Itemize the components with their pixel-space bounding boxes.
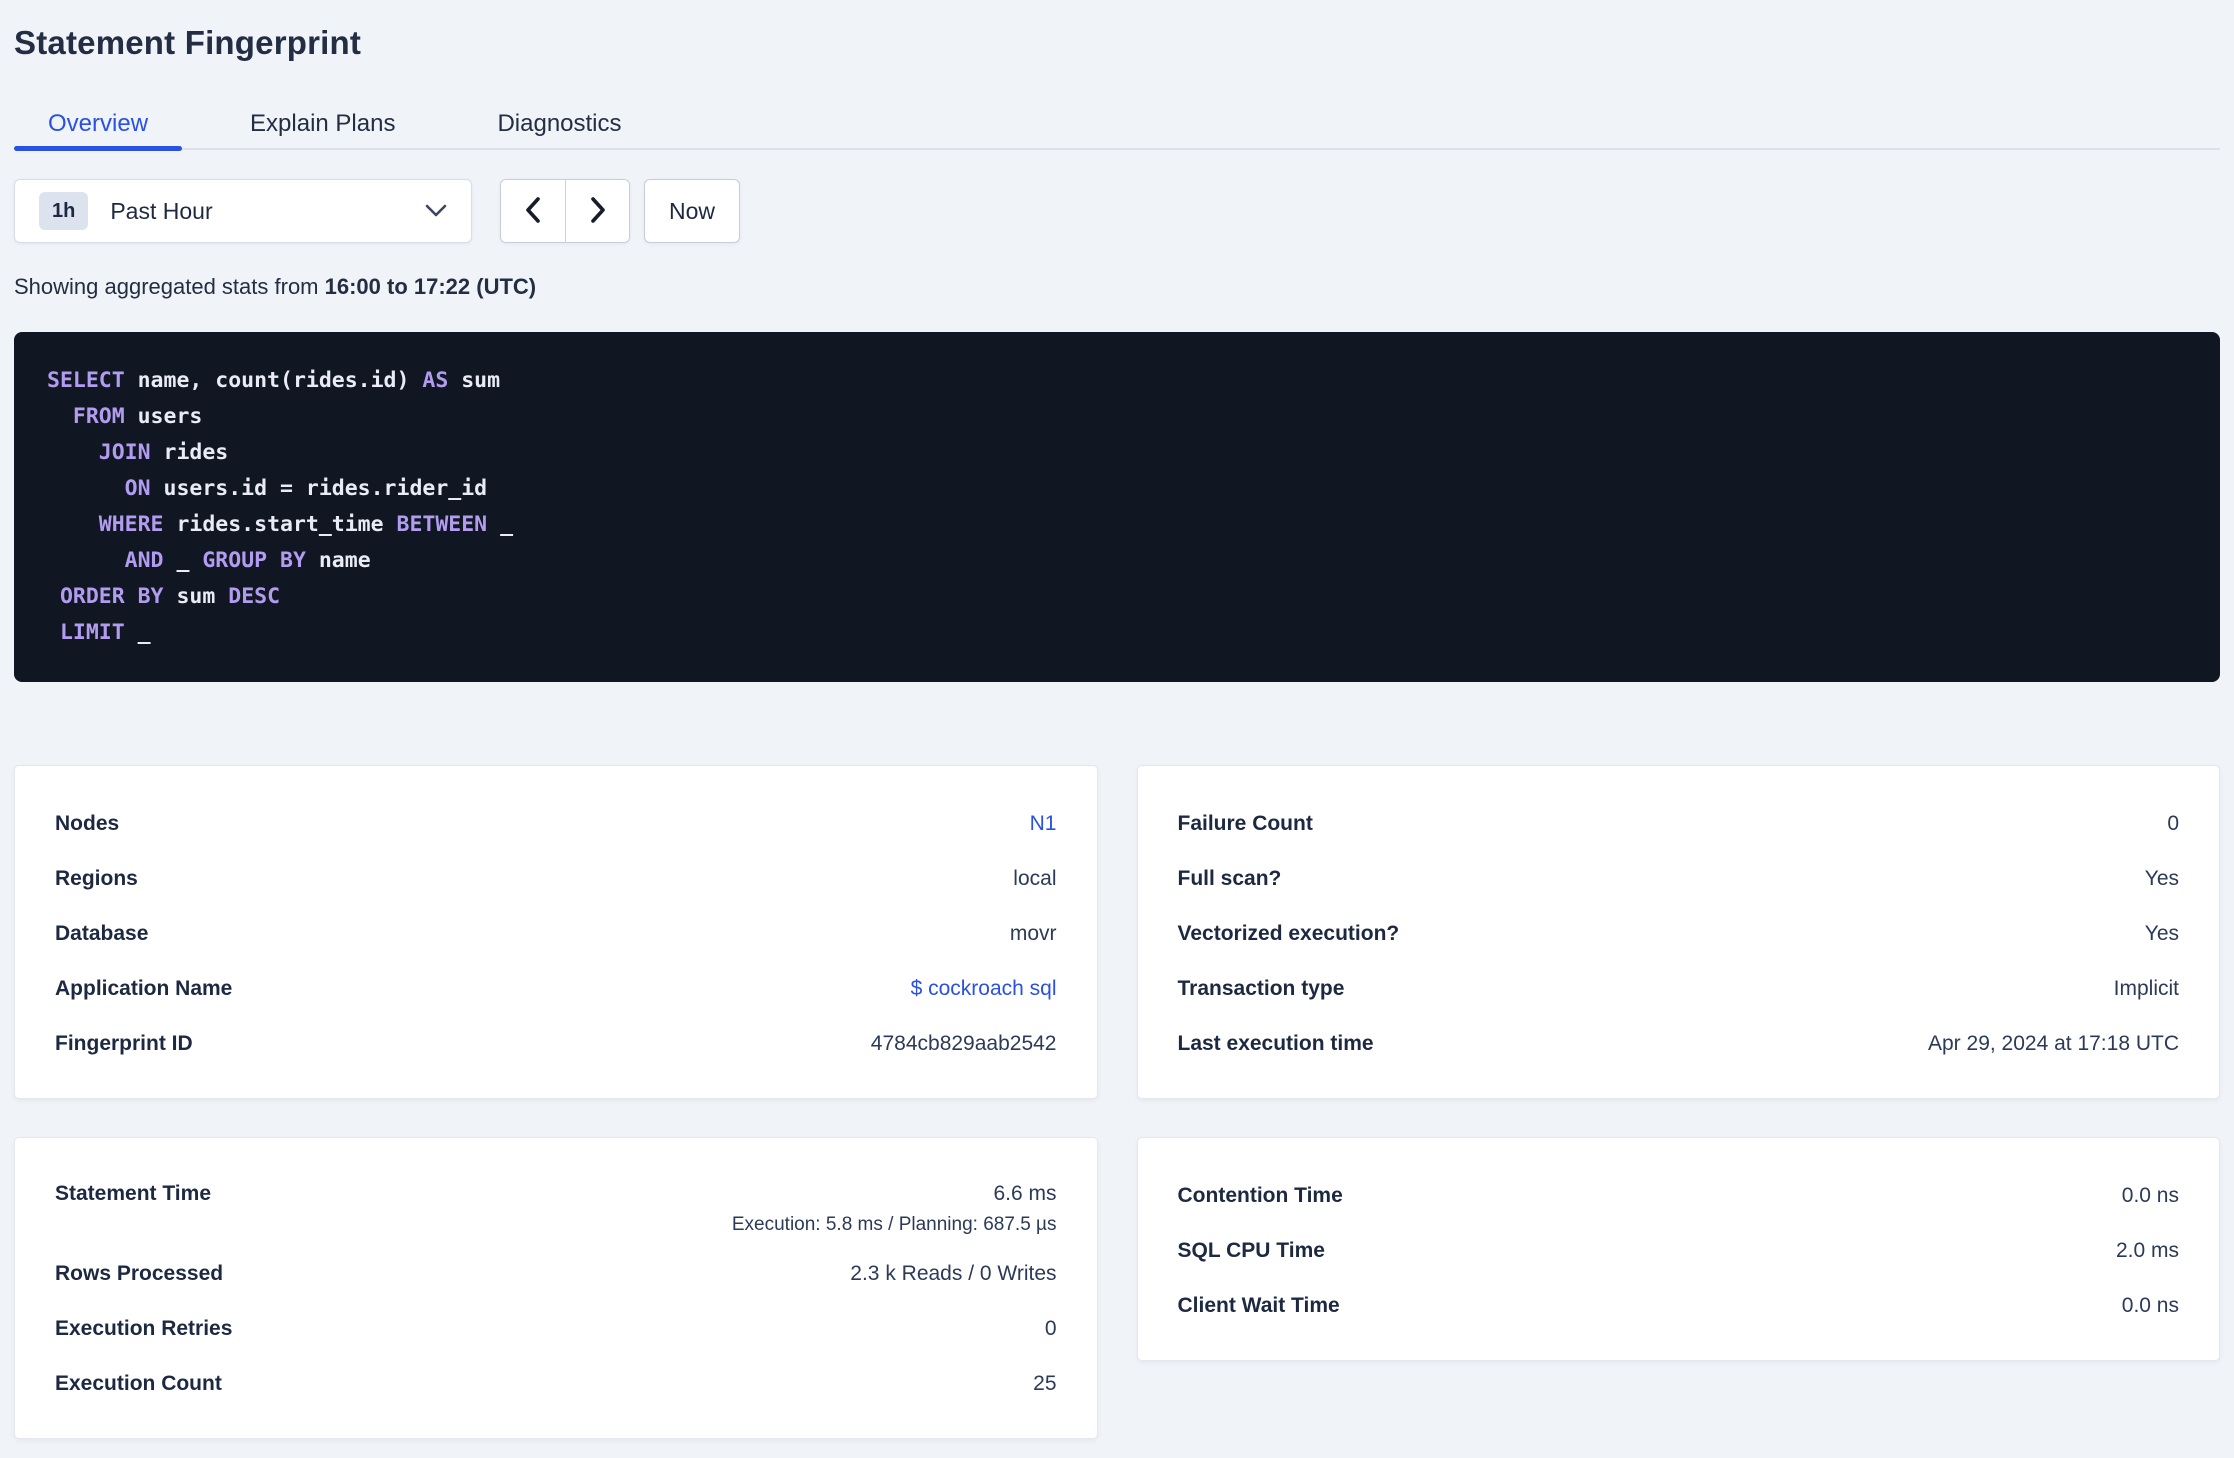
stat-label: Database: [55, 921, 149, 945]
stat-row-transaction-type: Transaction type Implicit: [1178, 961, 2180, 1016]
stat-value: 25: [1033, 1371, 1057, 1395]
aggregated-stats-range: 16:00 to 17:22 (UTC): [324, 274, 537, 299]
statement-details-card: Nodes N1 Regions local Database movr App…: [14, 765, 1098, 1099]
sql-line-8: LIMIT _: [59, 620, 151, 645]
chevron-left-icon: [524, 196, 542, 227]
node-link[interactable]: N1: [1030, 812, 1057, 836]
stat-value: Apr 29, 2024 at 17:18 UTC: [1928, 1031, 2179, 1055]
sql-line-5: WHERE rides.start_time BETWEEN _: [98, 512, 514, 537]
page-title: Statement Fingerprint: [14, 24, 362, 61]
tab-bar: Overview Explain Plans Diagnostics: [14, 100, 2220, 151]
overview-cards-row: Nodes N1 Regions local Database movr App…: [14, 765, 2220, 1099]
time-range-badge: 1h: [39, 192, 89, 230]
sql-line-2: FROM users: [72, 404, 203, 429]
stat-label: Execution Retries: [55, 1316, 233, 1340]
stat-row-regions: Regions local: [55, 851, 1057, 906]
tab-overview[interactable]: Overview: [14, 100, 183, 151]
statement-time-card: Statement Time 6.6 ms Execution: 5.8 ms …: [14, 1137, 1098, 1439]
time-pager: [500, 179, 630, 243]
stat-value: 2.3 k Reads / 0 Writes: [850, 1261, 1057, 1285]
stat-value: 0.0 ns: [2121, 1183, 2179, 1207]
stat-label: Transaction type: [1177, 976, 1345, 1000]
stat-value: 0: [2167, 811, 2179, 835]
stat-value: 0.0 ns: [2121, 1293, 2179, 1317]
statement-time-breakdown: Execution: 5.8 ms / Planning: 687.5 µs: [731, 1214, 1057, 1235]
stat-value: 6.6 ms: [993, 1182, 1057, 1205]
time-range-label: Past Hour: [110, 197, 213, 224]
aggregated-stats-prefix: Showing aggregated stats from: [14, 274, 325, 299]
statement-time-value-block: 6.6 ms Execution: 5.8 ms / Planning: 687…: [732, 1182, 1057, 1236]
stat-row-fingerprint-id: Fingerprint ID 4784cb829aab2542: [55, 1016, 1057, 1071]
stat-row-nodes: Nodes N1: [55, 796, 1057, 851]
stat-row-vectorized: Vectorized execution? Yes: [1178, 906, 2180, 961]
time-range-dropdown[interactable]: 1h Past Hour: [14, 179, 472, 243]
sql-code-block: SELECT name, count(rides.id) AS sum FROM…: [14, 332, 2220, 682]
execution-attributes-card: Failure Count 0 Full scan? Yes Vectorize…: [1136, 765, 2220, 1099]
stat-row-application-name: Application Name $ cockroach sql: [55, 961, 1057, 1016]
stat-label: Rows Processed: [55, 1261, 224, 1285]
app-name-link[interactable]: $ cockroach sql: [911, 977, 1057, 1001]
sql-line-4: ON users.id = rides.rider_id: [124, 476, 488, 501]
performance-cards-row: Statement Time 6.6 ms Execution: 5.8 ms …: [14, 1137, 2220, 1439]
stat-label: Failure Count: [1177, 811, 1313, 835]
stat-label: Execution Count: [55, 1371, 222, 1395]
wait-time-card: Contention Time 0.0 ns SQL CPU Time 2.0 …: [1136, 1137, 2220, 1361]
tab-diagnostics-label: Diagnostics: [497, 110, 622, 137]
stat-value: 2.0 ms: [2115, 1238, 2179, 1262]
stat-label: Regions: [55, 866, 138, 890]
sql-line-1: SELECT name, count(rides.id) AS sum: [47, 368, 501, 393]
stat-value: 0: [1044, 1316, 1057, 1340]
stat-label: Contention Time: [1177, 1183, 1343, 1207]
stat-label: Last execution time: [1177, 1031, 1374, 1055]
stat-value: local: [1013, 866, 1057, 890]
aggregated-stats-text: Showing aggregated stats from 16:00 to 1…: [14, 274, 2220, 300]
stat-row-statement-time: Statement Time 6.6 ms Execution: 5.8 ms …: [55, 1168, 1057, 1246]
sql-line-7: ORDER BY sum DESC: [59, 584, 281, 609]
stat-row-failure-count: Failure Count 0: [1178, 796, 2180, 851]
stat-row-rows-processed: Rows Processed 2.3 k Reads / 0 Writes: [55, 1246, 1057, 1301]
stat-label: Client Wait Time: [1177, 1293, 1340, 1317]
stat-label: Vectorized execution?: [1177, 921, 1400, 945]
chevron-down-icon: [425, 204, 447, 218]
next-time-button[interactable]: [565, 180, 629, 242]
stat-label: Statement Time: [55, 1182, 211, 1205]
stat-row-last-execution-time: Last execution time Apr 29, 2024 at 17:1…: [1178, 1016, 2180, 1071]
statement-fingerprint-page: Statement Fingerprint Overview Explain P…: [0, 0, 2234, 1439]
sql-line-3: JOIN rides: [98, 440, 229, 465]
tab-diagnostics[interactable]: Diagnostics: [463, 100, 655, 148]
stat-row-execution-retries: Execution Retries 0: [55, 1301, 1057, 1356]
stat-row-execution-count: Execution Count 25: [55, 1356, 1057, 1411]
stat-label: Application Name: [55, 976, 233, 1000]
stat-row-sql-cpu-time: SQL CPU Time 2.0 ms: [1178, 1223, 2180, 1278]
time-controls: 1h Past Hour Now: [14, 179, 2220, 243]
tab-explain-plans-label: Explain Plans: [250, 110, 396, 137]
stat-value: movr: [1009, 921, 1057, 945]
stat-row-contention-time: Contention Time 0.0 ns: [1178, 1168, 2180, 1223]
chevron-right-icon: [589, 196, 607, 227]
stat-label: Nodes: [55, 811, 120, 835]
stat-label: SQL CPU Time: [1177, 1238, 1325, 1262]
now-button[interactable]: Now: [644, 179, 740, 243]
stat-value: 4784cb829aab2542: [870, 1031, 1057, 1055]
tab-explain-plans[interactable]: Explain Plans: [216, 100, 429, 148]
stat-value: Yes: [2144, 866, 2179, 890]
stat-label: Fingerprint ID: [55, 1031, 193, 1055]
prev-time-button[interactable]: [501, 180, 565, 242]
sql-line-6: AND _ GROUP BY name: [124, 548, 371, 573]
stat-row-full-scan: Full scan? Yes: [1178, 851, 2180, 906]
stat-row-database: Database movr: [55, 906, 1057, 961]
stat-row-client-wait-time: Client Wait Time 0.0 ns: [1178, 1278, 2180, 1333]
stat-value: Implicit: [2113, 976, 2179, 1000]
tab-overview-label: Overview: [48, 110, 149, 137]
stat-label: Full scan?: [1177, 866, 1282, 890]
stat-value: Yes: [2144, 921, 2179, 945]
